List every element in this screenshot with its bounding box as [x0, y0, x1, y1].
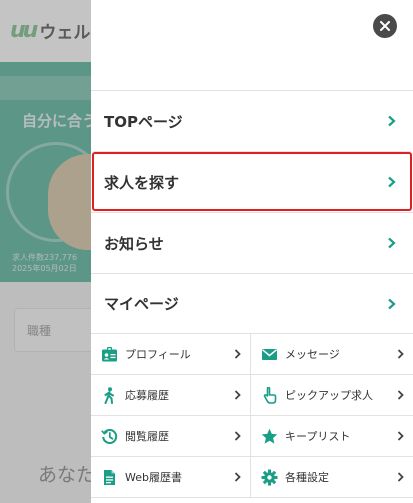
- chevron-right-icon: [234, 431, 241, 441]
- grid-item-message[interactable]: メッセージ: [251, 334, 413, 375]
- grid-item-label: ピックアップ求人: [285, 389, 373, 402]
- envelope-icon: [261, 346, 278, 363]
- menu-item-label: TOPページ: [104, 112, 183, 131]
- grid-item-label: メッセージ: [285, 348, 340, 361]
- star-icon: [261, 428, 278, 445]
- chevron-right-icon: [388, 115, 396, 127]
- history-icon: [101, 428, 118, 445]
- chevron-right-icon: [388, 176, 396, 188]
- gear-icon: [261, 469, 278, 486]
- grid-item-web-resume[interactable]: Web履歴書: [91, 457, 251, 498]
- grid-item-label: キープリスト: [285, 430, 351, 443]
- pointer-hand-icon: [261, 386, 278, 404]
- sub-menu-grid: プロフィール メッセージ 応募履歴 ピックアップ求人 閲覧履歴 キープリスト W…: [91, 334, 413, 498]
- grid-item-label: プロフィール: [125, 348, 191, 361]
- menu-item-news[interactable]: お知らせ: [91, 212, 413, 273]
- chevron-right-icon: [397, 472, 404, 482]
- chevron-right-icon: [388, 298, 396, 309]
- menu-item-mypage[interactable]: マイページ: [91, 273, 413, 334]
- menu-item-top[interactable]: TOPページ: [91, 90, 413, 151]
- chevron-right-icon: [388, 237, 396, 249]
- close-icon: [380, 21, 390, 31]
- grid-item-label: Web履歴書: [125, 471, 182, 484]
- menu-item-label: お知らせ: [104, 234, 164, 253]
- menu-item-label: 求人を探す: [104, 173, 180, 192]
- grid-item-pickup-jobs[interactable]: ピックアップ求人: [251, 375, 413, 416]
- menu-item-label: マイページ: [104, 295, 179, 313]
- grid-item-browsing-history[interactable]: 閲覧履歴: [91, 416, 251, 457]
- main-menu: TOPページ 求人を探す お知らせ マイページ: [91, 90, 413, 334]
- id-card-icon: [101, 346, 118, 363]
- chevron-right-icon: [234, 390, 241, 400]
- grid-item-label: 各種設定: [285, 471, 329, 484]
- grid-item-keep-list[interactable]: キープリスト: [251, 416, 413, 457]
- chevron-right-icon: [397, 349, 404, 359]
- close-button[interactable]: [373, 14, 397, 38]
- document-icon: [101, 469, 118, 486]
- grid-item-application-history[interactable]: 応募履歴: [91, 375, 251, 416]
- chevron-right-icon: [397, 390, 404, 400]
- grid-item-label: 応募履歴: [125, 389, 169, 402]
- grid-item-profile[interactable]: プロフィール: [91, 334, 251, 375]
- chevron-right-icon: [234, 349, 241, 359]
- grid-item-label: 閲覧履歴: [125, 430, 169, 443]
- grid-item-settings[interactable]: 各種設定: [251, 457, 413, 498]
- chevron-right-icon: [397, 431, 404, 441]
- person-walking-icon: [101, 386, 118, 404]
- menu-item-job-search[interactable]: 求人を探す: [91, 151, 413, 212]
- chevron-right-icon: [234, 472, 241, 482]
- navigation-drawer: TOPページ 求人を探す お知らせ マイページ プロフィール メッセージ 応募履…: [91, 0, 413, 503]
